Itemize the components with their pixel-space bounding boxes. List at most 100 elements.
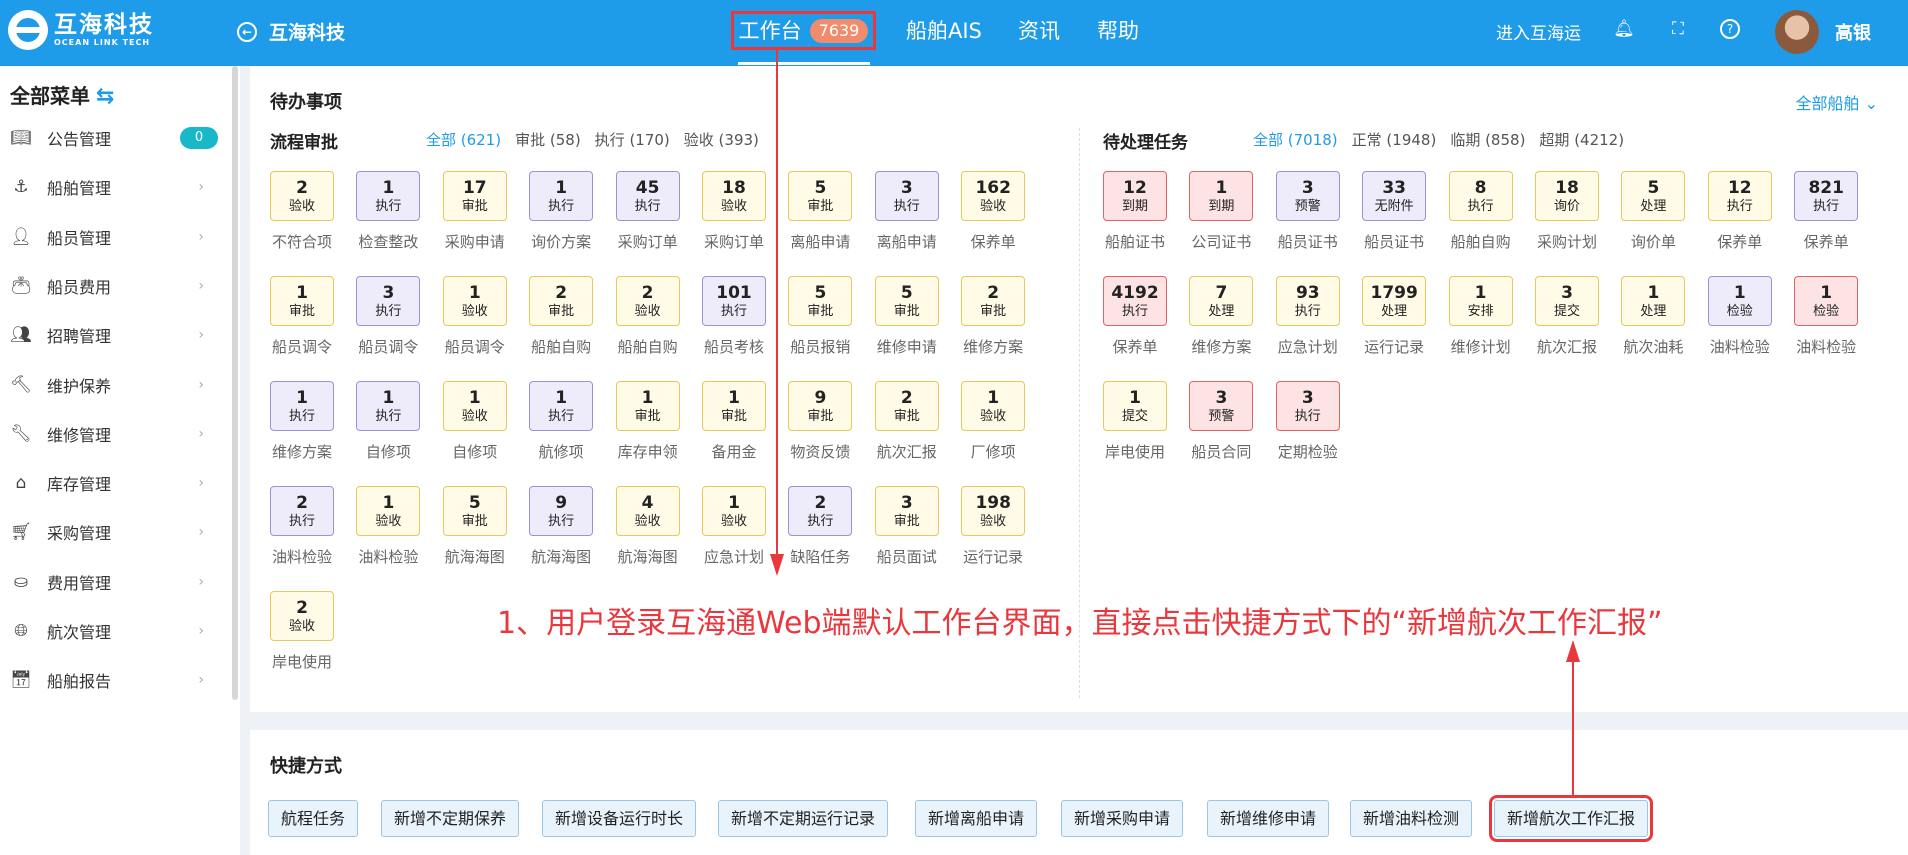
tile-count-box[interactable]: 3 执行 [1275,381,1340,431]
tile-count-box[interactable]: 1799 处理 [1362,276,1427,326]
tile-count-box[interactable]: 4 验收 [615,486,680,536]
todo-tile[interactable]: 18 验收 采购订单 [702,171,766,252]
tile-count-box[interactable]: 4192 执行 [1103,276,1167,326]
back-button[interactable]: ← 互海科技 [237,18,345,45]
logo[interactable]: 互海科技 OCEAN LINK TECH [8,10,154,50]
tile-count-box[interactable]: 1 检验 [1707,276,1772,326]
shortcut-button[interactable]: 新增不定期运行记录 [718,800,889,837]
tile-count-box[interactable]: 101 执行 [702,276,766,326]
todo-tile[interactable]: 17 审批 采购申请 [442,171,507,252]
tile-count-box[interactable]: 1 审批 [702,381,766,431]
tile-count-box[interactable]: 1 审批 [615,381,680,431]
todo-tile[interactable]: 1 检验 油料检验 [1707,276,1772,357]
todo-tile[interactable]: 1 处理 航次油耗 [1621,276,1686,357]
todo-tile[interactable]: 12 执行 保养单 [1707,171,1772,252]
todo-tile[interactable]: 2 执行 缺陷任务 [788,486,853,567]
tile-count-box[interactable]: 1 处理 [1621,276,1686,326]
todo-tile[interactable]: 5 审批 船员报销 [788,276,853,357]
tile-count-box[interactable]: 45 执行 [615,171,680,221]
todo-tile[interactable]: 1 审批 船员调令 [270,276,334,357]
todo-tile[interactable]: 821 执行 保养单 [1794,171,1859,252]
tile-count-box[interactable]: 5 审批 [442,486,507,536]
filter-tab[interactable]: 全部 (621) [426,129,501,150]
todo-tile[interactable]: 2 审批 船舶自购 [529,276,594,357]
todo-tile[interactable]: 3 执行 定期检验 [1275,381,1340,462]
tile-count-box[interactable]: 9 执行 [529,486,594,536]
todo-tile[interactable]: 1 执行 自修项 [356,381,421,462]
tile-count-box[interactable]: 2 验收 [270,171,334,221]
todo-tile[interactable]: 2 验收 船舶自购 [615,276,680,357]
tile-count-box[interactable]: 1 验收 [702,486,766,536]
tile-count-box[interactable]: 33 无附件 [1362,171,1427,221]
shortcut-button[interactable]: 新增维修申请 [1207,800,1330,837]
tile-count-box[interactable]: 1 执行 [356,381,421,431]
todo-tile[interactable]: 1 检验 油料检验 [1794,276,1859,357]
todo-tile[interactable]: 5 审批 航海海图 [442,486,507,567]
sidebar-item[interactable]: 🛒︎ 采购管理 › [0,512,232,552]
tile-count-box[interactable]: 5 处理 [1621,171,1686,221]
todo-tile[interactable]: 9 执行 航海海图 [529,486,594,567]
tile-count-box[interactable]: 1 检验 [1794,276,1859,326]
sidebar-item[interactable]: 📅︎ 船舶报告 › [0,660,232,700]
tile-count-box[interactable]: 3 提交 [1535,276,1599,326]
tile-count-box[interactable]: 2 验收 [270,591,334,641]
tile-count-box[interactable]: 3 审批 [874,486,939,536]
todo-tile[interactable]: 2 审批 航次汇报 [874,381,939,462]
todo-tile[interactable]: 4192 执行 保养单 [1103,276,1167,357]
filter-tab[interactable]: 执行 (170) [595,129,670,150]
nav-workbench[interactable]: 工作台 7639 [731,11,876,50]
tile-count-box[interactable]: 9 审批 [788,381,853,431]
todo-tile[interactable]: 8 执行 船舶自购 [1448,171,1513,252]
filter-tab[interactable]: 临期 (858) [1450,129,1525,150]
tile-count-box[interactable]: 1 验收 [961,381,1026,431]
todo-tile[interactable]: 1 安排 维修计划 [1448,276,1513,357]
switch-icon[interactable]: ⇆ [96,84,114,109]
tile-count-box[interactable]: 1 审批 [270,276,334,326]
sidebar-item[interactable]: 👥︎ 招聘管理 › [0,315,232,355]
tile-count-box[interactable]: 3 执行 [874,171,939,221]
todo-tile[interactable]: 1 审批 库存申领 [615,381,680,462]
sidebar-item[interactable]: 🔧︎ 维修管理 › [0,414,232,454]
enter-hihaiyun-link[interactable]: 进入互海运 [1496,19,1581,44]
filter-tab[interactable]: 审批 (58) [515,129,581,150]
todo-tile[interactable]: 5 审批 离船申请 [788,171,853,252]
sidebar-item[interactable]: 🔨︎ 维护保养 › [0,365,232,405]
sidebar-item[interactable]: 📖︎ 公告管理 0 [0,118,232,158]
nav-news[interactable]: 资讯 [1018,16,1060,46]
todo-tile[interactable]: 1 到期 公司证书 [1189,171,1254,252]
tile-count-box[interactable]: 1 验收 [442,276,507,326]
todo-tile[interactable]: 1 执行 询价方案 [529,171,594,252]
tile-count-box[interactable]: 2 验收 [615,276,680,326]
shortcut-button[interactable]: 新增航次工作汇报 [1488,795,1654,842]
tile-count-box[interactable]: 18 询价 [1535,171,1599,221]
todo-tile[interactable]: 3 提交 航次汇报 [1535,276,1599,357]
todo-tile[interactable]: 1 验收 应急计划 [702,486,766,567]
tile-count-box[interactable]: 3 执行 [356,276,421,326]
avatar[interactable] [1775,10,1819,54]
tile-count-box[interactable]: 12 执行 [1707,171,1772,221]
todo-tile[interactable]: 18 询价 采购计划 [1535,171,1599,252]
todo-tile[interactable]: 3 执行 离船申请 [874,171,939,252]
tile-count-box[interactable]: 8 执行 [1448,171,1513,221]
sidebar-item[interactable]: ⛀ 费用管理 › [0,562,232,602]
todo-tile[interactable]: 162 验收 保养单 [961,171,1026,252]
todo-tile[interactable]: 2 验收 岸电使用 [270,591,334,672]
tile-count-box[interactable]: 7 处理 [1189,276,1254,326]
todo-tile[interactable]: 12 到期 船舶证书 [1103,171,1167,252]
todo-tile[interactable]: 1 提交 岸电使用 [1103,381,1167,462]
tile-count-box[interactable]: 1 执行 [529,171,594,221]
todo-tile[interactable]: 1 验收 油料检验 [356,486,421,567]
todo-tile[interactable]: 5 审批 维修申请 [874,276,939,357]
nav-help[interactable]: 帮助 [1097,16,1139,46]
tile-count-box[interactable]: 1 执行 [356,171,421,221]
tile-count-box[interactable]: 198 验收 [961,486,1026,536]
tile-count-box[interactable]: 12 到期 [1103,171,1167,221]
shortcut-button[interactable]: 新增油料检测 [1350,800,1473,837]
tile-count-box[interactable]: 821 执行 [1794,171,1859,221]
user-name[interactable]: 高银 [1835,19,1871,45]
tile-count-box[interactable]: 18 验收 [702,171,766,221]
bell-icon[interactable]: 🔔︎ [1613,18,1635,40]
fullscreen-icon[interactable]: ⛶ [1667,18,1689,40]
tile-count-box[interactable]: 2 执行 [270,486,334,536]
todo-tile[interactable]: 9 审批 物资反馈 [788,381,853,462]
